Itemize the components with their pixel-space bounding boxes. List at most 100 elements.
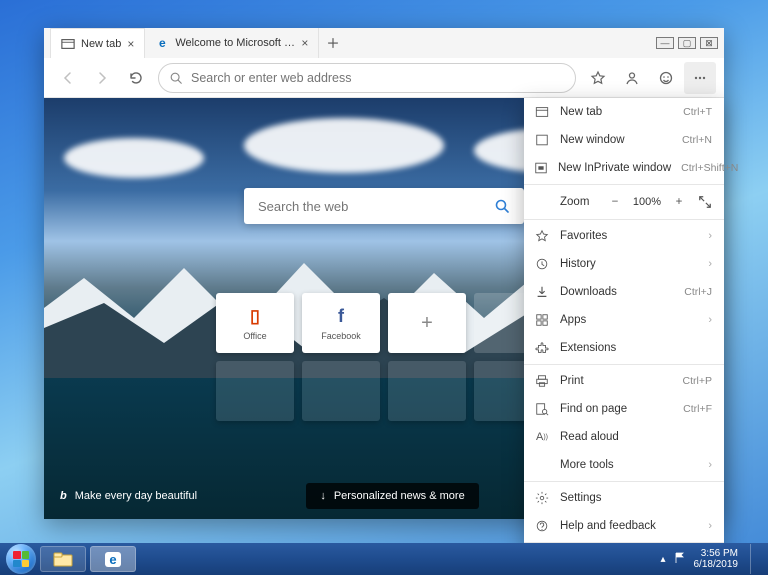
tile-label: Facebook: [321, 331, 361, 341]
menu-history[interactable]: History ›: [524, 250, 724, 278]
back-button[interactable]: [52, 62, 84, 94]
star-icon: [534, 228, 550, 244]
tray-chevron-icon[interactable]: ▴: [660, 554, 665, 565]
menu-separator: [524, 184, 724, 185]
download-icon: [534, 284, 550, 300]
menu-read-aloud[interactable]: A)) Read aloud: [524, 423, 724, 451]
personalized-news-button[interactable]: ↓ Personalized news & more: [306, 483, 478, 509]
tile-facebook[interactable]: f Facebook: [302, 293, 380, 353]
cloud-decoration: [64, 138, 204, 178]
minimize-button[interactable]: —: [656, 37, 674, 49]
window-controls: — ▢ ⊠: [650, 28, 724, 58]
menu-help[interactable]: Help and feedback ›: [524, 512, 724, 540]
tile-placeholder: [216, 361, 294, 421]
gear-icon: [534, 490, 550, 506]
tab-welcome[interactable]: e Welcome to Microsoft Edge Ca ×: [145, 28, 319, 58]
feedback-button[interactable]: [650, 62, 682, 94]
forward-button[interactable]: [86, 62, 118, 94]
make-every-day-caption[interactable]: b Make every day beautiful: [60, 490, 197, 502]
menu-apps[interactable]: Apps ›: [524, 306, 724, 334]
address-bar[interactable]: [158, 63, 576, 93]
caption-text: Make every day beautiful: [75, 490, 197, 502]
maximize-button[interactable]: ▢: [678, 37, 696, 49]
history-icon: [534, 256, 550, 272]
new-tab-icon: [534, 104, 550, 120]
ntp-search-box[interactable]: [244, 188, 524, 224]
menu-shortcut: Ctrl+Shift+N: [681, 162, 738, 174]
tab-label: Welcome to Microsoft Edge Ca: [175, 37, 295, 49]
close-window-button[interactable]: ⊠: [700, 37, 718, 49]
news-button-label: Personalized news & more: [334, 490, 465, 502]
tab-newtab[interactable]: New tab ×: [50, 28, 145, 58]
menu-separator: [524, 481, 724, 482]
tab-close-icon[interactable]: ×: [301, 36, 308, 50]
tile-placeholder: [302, 361, 380, 421]
zoom-value: 100%: [628, 196, 666, 208]
menu-label: Extensions: [560, 342, 712, 354]
menu-label: Help and feedback: [560, 520, 698, 532]
apps-icon: [534, 312, 550, 328]
menu-extensions[interactable]: Extensions: [524, 334, 724, 362]
menu-label: New InPrivate window: [558, 162, 671, 174]
menu-print[interactable]: Print Ctrl+P: [524, 367, 724, 395]
cloud-decoration: [244, 118, 444, 173]
menu-label: Downloads: [560, 286, 674, 298]
menu-shortcut: Ctrl+J: [684, 286, 712, 298]
toolbar: [44, 58, 724, 98]
menu-new-inprivate[interactable]: New InPrivate window Ctrl+Shift+N: [524, 154, 724, 182]
menu-more-tools[interactable]: More tools ›: [524, 451, 724, 479]
taskbar-explorer-button[interactable]: [40, 546, 86, 572]
chevron-right-icon: ›: [708, 459, 712, 471]
ntp-search-button[interactable]: [488, 192, 516, 220]
taskbar-edge-button[interactable]: e: [90, 546, 136, 572]
tile-placeholder: [388, 361, 466, 421]
tile-office[interactable]: ▯ Office: [216, 293, 294, 353]
menu-label: Read aloud: [560, 431, 712, 443]
tab-strip: New tab × e Welcome to Microsoft Edge Ca…: [50, 28, 650, 58]
tile-add[interactable]: +: [388, 293, 466, 353]
taskbar-clock[interactable]: 3:56 PM 6/18/2019: [694, 548, 743, 570]
menu-label: History: [560, 258, 698, 270]
menu-favorites[interactable]: Favorites ›: [524, 222, 724, 250]
menu-find[interactable]: Find on page Ctrl+F: [524, 395, 724, 423]
fullscreen-button[interactable]: [692, 195, 718, 209]
extensions-icon: [534, 340, 550, 356]
menu-shortcut: Ctrl+P: [683, 375, 712, 387]
menu-settings[interactable]: Settings: [524, 484, 724, 512]
start-button[interactable]: [6, 544, 36, 574]
blank-icon: [534, 457, 550, 473]
menu-new-tab[interactable]: New tab Ctrl+T: [524, 98, 724, 126]
menu-downloads[interactable]: Downloads Ctrl+J: [524, 278, 724, 306]
tab-label: New tab: [81, 38, 121, 50]
edge-favicon-icon: e: [155, 36, 169, 50]
chevron-right-icon: ›: [708, 314, 712, 326]
chevron-right-icon: ›: [708, 258, 712, 270]
profile-button[interactable]: [616, 62, 648, 94]
menu-zoom: Zoom − 100% +: [524, 187, 724, 217]
search-icon: [169, 71, 183, 85]
menu-label: More tools: [560, 459, 698, 471]
zoom-out-button[interactable]: −: [602, 190, 628, 214]
zoom-in-button[interactable]: +: [666, 190, 692, 214]
read-aloud-icon: A)): [534, 429, 550, 445]
new-tab-button[interactable]: [319, 28, 347, 58]
menu-separator: [524, 219, 724, 220]
show-desktop-button[interactable]: [750, 544, 762, 574]
menu-new-window[interactable]: New window Ctrl+N: [524, 126, 724, 154]
ntp-search-input[interactable]: [258, 199, 488, 214]
favorite-button[interactable]: [582, 62, 614, 94]
tab-close-icon[interactable]: ×: [127, 37, 134, 51]
settings-more-button[interactable]: [684, 62, 716, 94]
quick-link-tiles: ▯ Office f Facebook +: [216, 293, 552, 353]
title-bar: New tab × e Welcome to Microsoft Edge Ca…: [44, 28, 724, 58]
tray-flag-icon[interactable]: [674, 552, 686, 567]
taskbar: e ▴ 3:56 PM 6/18/2019: [0, 543, 768, 575]
refresh-button[interactable]: [120, 62, 152, 94]
address-input[interactable]: [191, 71, 565, 85]
chevron-right-icon: ›: [708, 230, 712, 242]
settings-more-menu: New tab Ctrl+T New window Ctrl+N New InP…: [524, 98, 724, 573]
menu-shortcut: Ctrl+F: [683, 403, 712, 415]
menu-separator: [524, 364, 724, 365]
zoom-label: Zoom: [560, 196, 589, 208]
system-tray: ▴ 3:56 PM 6/18/2019: [660, 544, 762, 574]
